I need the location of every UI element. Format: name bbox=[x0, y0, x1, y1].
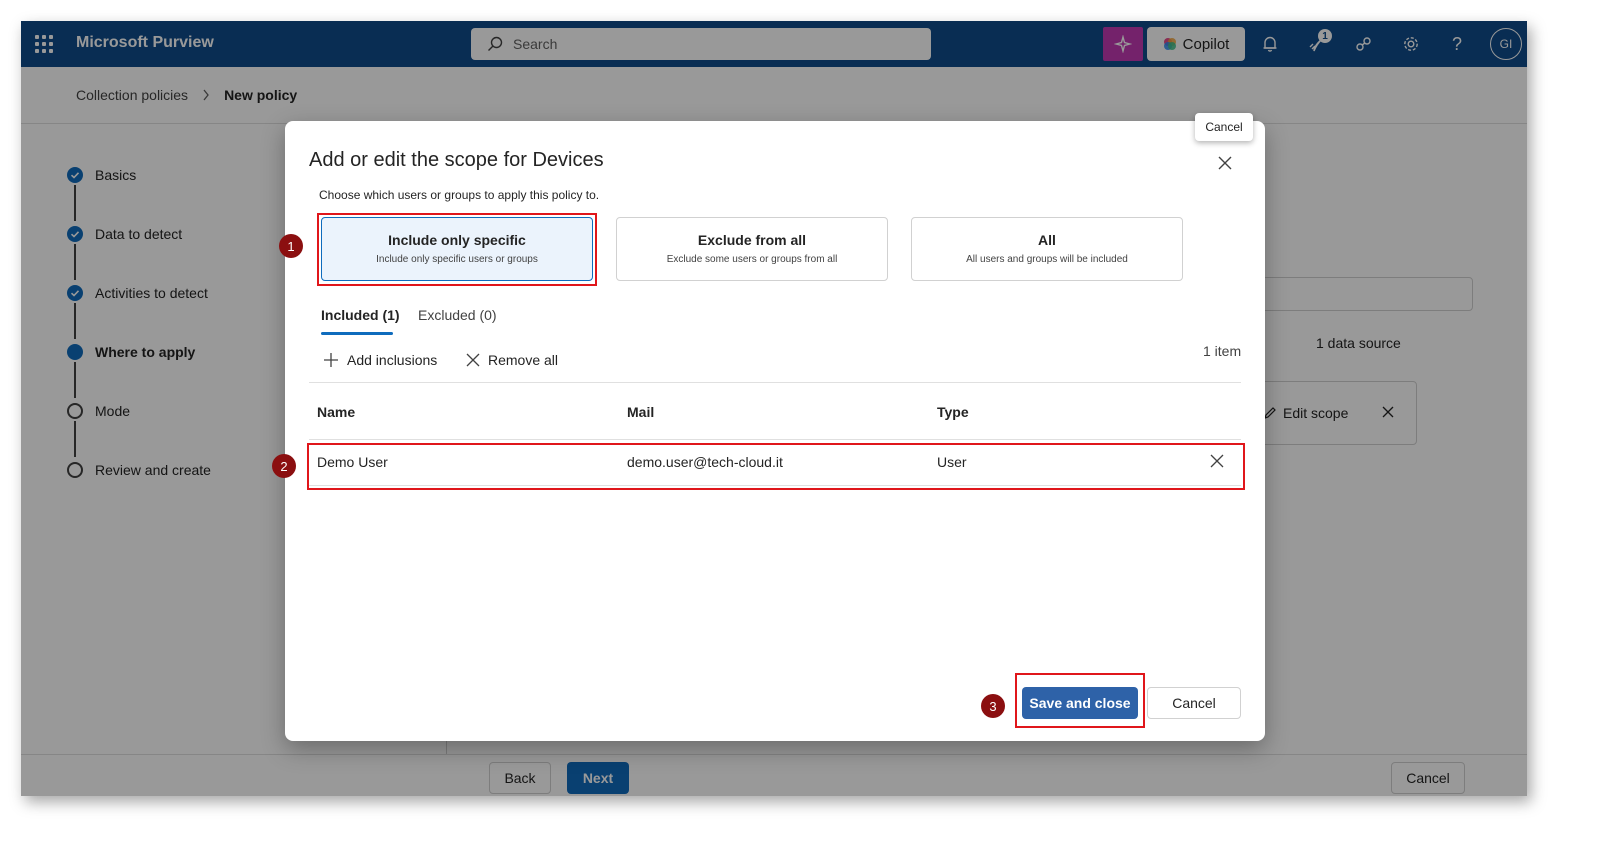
column-header-name[interactable]: Name bbox=[317, 404, 355, 420]
option-exclude-from-all[interactable]: Exclude from all Exclude some users or g… bbox=[616, 217, 888, 281]
tab-excluded[interactable]: Excluded (0) bbox=[418, 307, 497, 323]
highlight-box-2 bbox=[307, 443, 1245, 490]
item-count: 1 item bbox=[1203, 343, 1242, 359]
step-marker-1: 1 bbox=[279, 234, 303, 258]
option-desc: Exclude some users or groups from all bbox=[666, 254, 838, 265]
remove-all-label: Remove all bbox=[488, 352, 559, 368]
table-top-divider bbox=[309, 382, 1241, 383]
column-header-mail[interactable]: Mail bbox=[627, 404, 654, 420]
tab-included[interactable]: Included (1) bbox=[321, 307, 400, 323]
dialog-cancel-button[interactable]: Cancel bbox=[1147, 687, 1241, 719]
option-title: Exclude from all bbox=[697, 232, 807, 248]
tab-indicator bbox=[321, 332, 393, 335]
add-inclusions-button[interactable]: Add inclusions bbox=[323, 352, 437, 368]
remove-all-button[interactable]: Remove all bbox=[466, 352, 558, 368]
add-inclusions-label: Add inclusions bbox=[347, 352, 438, 368]
step-marker-2: 2 bbox=[272, 454, 296, 478]
highlight-box-1 bbox=[317, 213, 597, 286]
option-title: All bbox=[1038, 232, 1056, 248]
column-header-type[interactable]: Type bbox=[937, 404, 969, 420]
app-window: Microsoft Purview Search Copilot 1 ? GI bbox=[21, 21, 1527, 796]
close-icon bbox=[466, 353, 480, 367]
dialog-subtitle: Choose which users or groups to apply th… bbox=[319, 188, 600, 202]
option-desc: All users and groups will be included bbox=[966, 254, 1128, 265]
close-icon[interactable] bbox=[1215, 153, 1235, 173]
highlight-box-3 bbox=[1015, 673, 1145, 728]
table-header-divider bbox=[309, 439, 1241, 440]
dialog-title: Add or edit the scope for Devices bbox=[309, 149, 604, 171]
step-marker-3: 3 bbox=[981, 694, 1005, 718]
scope-dialog: Cancel Add or edit the scope for Devices… bbox=[272, 113, 1265, 741]
plus-icon bbox=[324, 353, 338, 367]
option-all[interactable]: All All users and groups will be include… bbox=[911, 217, 1183, 281]
close-tooltip: Cancel bbox=[1195, 113, 1253, 141]
